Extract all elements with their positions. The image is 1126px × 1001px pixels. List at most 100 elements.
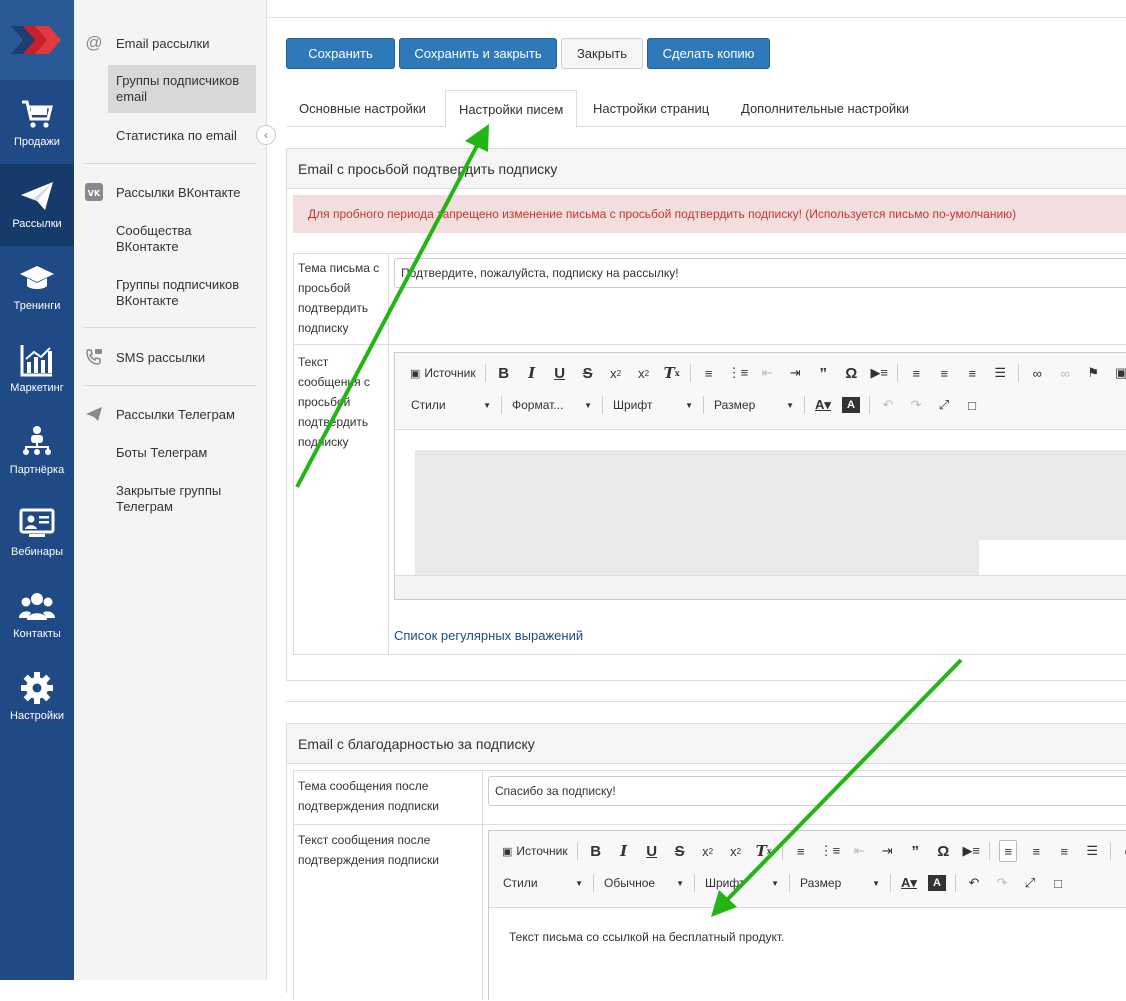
underline-icon[interactable]: U — [551, 362, 569, 384]
styles-dropdown[interactable]: Стили ▼ — [411, 398, 491, 412]
editor-content-area[interactable]: Текст письма со ссылкой на бесплатный пр… — [489, 907, 1126, 1001]
align-right-icon[interactable]: ≡ — [1055, 840, 1073, 862]
size-dropdown[interactable]: Размер ▼ — [800, 876, 880, 890]
logo[interactable] — [0, 0, 74, 80]
numbered-list-icon[interactable]: ≡ — [700, 362, 718, 384]
align-right-icon[interactable]: ≡ — [963, 362, 981, 384]
align-center-icon[interactable]: ≡ — [935, 362, 953, 384]
rail-item-mailings[interactable]: Рассылки — [0, 164, 74, 246]
indent-icon[interactable]: ⇥ — [786, 362, 804, 384]
regex-list-link[interactable]: Список регулярных выражений — [394, 628, 583, 643]
submenu-item-email-groups[interactable]: Группы подписчиков email — [108, 65, 256, 113]
blockquote-icon[interactable]: ” — [814, 362, 832, 384]
save-button[interactable]: Сохранить — [286, 38, 395, 69]
editor-content-area[interactable] — [395, 429, 1126, 576]
copy-button[interactable]: Сделать копию — [647, 38, 770, 69]
maximize-icon[interactable]: ⤢ — [935, 394, 953, 416]
format-dropdown[interactable]: Обычное ▼ — [604, 876, 684, 890]
tab-page-settings[interactable]: Настройки страниц — [580, 90, 722, 127]
size-dropdown[interactable]: Размер ▼ — [714, 398, 794, 412]
align-left-icon[interactable]: ≡ — [907, 362, 925, 384]
special-char-icon[interactable]: Ω — [842, 362, 860, 384]
thanks-body-editor[interactable]: ▣ Источник B I U S x2 x2 Tx ≡ ⋮≡ ⇤ ⇥ ” Ω … — [488, 830, 1126, 1001]
bulleted-list-icon[interactable]: ⋮≡ — [728, 362, 749, 384]
link-icon[interactable]: ∞ — [1120, 840, 1126, 862]
font-dropdown[interactable]: Шрифт ▼ — [613, 398, 693, 412]
bold-icon[interactable]: B — [587, 840, 605, 862]
superscript-icon[interactable]: x2 — [727, 840, 745, 862]
outdent-icon[interactable]: ⇤ — [758, 362, 776, 384]
source-button[interactable]: ▣ Источник — [502, 840, 568, 862]
source-button[interactable]: ▣ Источник — [410, 362, 476, 384]
italic-icon[interactable]: I — [523, 362, 541, 384]
rail-item-contacts[interactable]: Контакты — [0, 574, 74, 656]
text-color-icon[interactable]: A▾ — [814, 394, 832, 416]
redo-icon[interactable]: ↷ — [907, 394, 925, 416]
strikethrough-icon[interactable]: S — [579, 362, 597, 384]
subject-input[interactable]: Спасибо за подписку! — [488, 776, 1126, 806]
editor-body-text: Текст письма со ссылкой на бесплатный пр… — [509, 930, 785, 944]
link-icon[interactable]: ∞ — [1028, 362, 1046, 384]
rail-item-webinars[interactable]: Вебинары — [0, 492, 74, 574]
submenu-sms-head[interactable]: SMS рассылки — [84, 347, 205, 367]
rail-item-sales[interactable]: Продажи — [0, 82, 74, 164]
undo-icon[interactable]: ↶ — [965, 872, 983, 894]
submenu-item-vk-communities[interactable]: Сообщества ВКонтакте — [116, 223, 256, 255]
subscript-icon[interactable]: x2 — [699, 840, 717, 862]
subscript-icon[interactable]: x2 — [607, 362, 625, 384]
tab-additional-settings[interactable]: Дополнительные настройки — [728, 90, 922, 127]
submenu-item-email-stats[interactable]: Статистика по email — [116, 128, 256, 144]
superscript-icon[interactable]: x2 — [635, 362, 653, 384]
clear-format-icon[interactable]: Tx — [663, 362, 681, 384]
bg-color-icon[interactable]: A — [842, 397, 860, 413]
submenu-email-head[interactable]: @ Email рассылки — [84, 33, 209, 53]
preview-icon[interactable]: □ — [1049, 872, 1067, 894]
submenu-vk-head[interactable]: VK Рассылки ВКонтакте — [84, 182, 241, 202]
submenu-telegram-head[interactable]: Рассылки Телеграм — [84, 404, 235, 424]
submenu-item-vk-groups[interactable]: Группы подписчиков ВКонтакте — [116, 277, 256, 309]
align-justify-icon[interactable]: ☰ — [1083, 840, 1101, 862]
undo-icon[interactable]: ↶ — [879, 394, 897, 416]
anchor-flag-icon[interactable]: ⚑ — [1084, 362, 1102, 384]
insert-block-icon[interactable]: ▶≡ — [962, 840, 980, 862]
rail-item-partners[interactable]: Партнёрка — [0, 410, 74, 492]
redo-icon[interactable]: ↷ — [993, 872, 1011, 894]
close-button[interactable]: Закрыть — [561, 38, 643, 69]
save-and-close-button[interactable]: Сохранить и закрыть — [399, 38, 557, 69]
rail-item-marketing[interactable]: Маркетинг — [0, 328, 74, 410]
format-dropdown[interactable]: Формат... ▼ — [512, 398, 592, 412]
tab-main-settings[interactable]: Основные настройки — [286, 90, 439, 127]
unlink-icon[interactable]: ∞ — [1056, 362, 1074, 384]
align-center-icon[interactable]: ≡ — [1027, 840, 1045, 862]
indent-icon[interactable]: ⇥ — [878, 840, 896, 862]
rail-item-settings[interactable]: Настройки — [0, 656, 74, 738]
align-justify-icon[interactable]: ☰ — [991, 362, 1009, 384]
tab-email-settings[interactable]: Настройки писем — [445, 90, 578, 128]
text-color-icon[interactable]: A▾ — [900, 872, 918, 894]
styles-dropdown[interactable]: Стили ▼ — [503, 876, 583, 890]
special-char-icon[interactable]: Ω — [934, 840, 952, 862]
preview-icon[interactable]: □ — [963, 394, 981, 416]
section-submenu: @ Email рассылки Группы подписчиков emai… — [74, 0, 267, 980]
subject-input[interactable]: Подтвердите, пожалуйста, подписку на рас… — [394, 258, 1126, 288]
toolbar-separator — [781, 842, 783, 860]
blockquote-icon[interactable]: ” — [906, 840, 924, 862]
strikethrough-icon[interactable]: S — [671, 840, 689, 862]
submenu-item-tg-bots[interactable]: Боты Телеграм — [116, 445, 256, 461]
numbered-list-icon[interactable]: ≡ — [792, 840, 810, 862]
underline-icon[interactable]: U — [643, 840, 661, 862]
clear-format-icon[interactable]: Tx — [755, 840, 773, 862]
bulleted-list-icon[interactable]: ⋮≡ — [820, 840, 841, 862]
insert-block-icon[interactable]: ▶≡ — [870, 362, 888, 384]
bg-color-icon[interactable]: A — [928, 875, 946, 891]
image-icon[interactable]: ▣ — [1112, 362, 1126, 384]
submenu-item-tg-closed-groups[interactable]: Закрытые группы Телеграм — [116, 483, 256, 515]
confirm-body-editor[interactable]: ▣ Источник B I U S x2 x2 Tx ≡ ⋮≡ ⇤ ⇥ ” Ω … — [394, 352, 1126, 600]
align-left-icon[interactable]: ≡ — [999, 840, 1018, 862]
rail-item-trainings[interactable]: Тренинги — [0, 246, 74, 328]
italic-icon[interactable]: I — [615, 840, 633, 862]
font-dropdown[interactable]: Шрифт ▼ — [705, 876, 779, 890]
bold-icon[interactable]: B — [495, 362, 513, 384]
outdent-icon[interactable]: ⇤ — [850, 840, 868, 862]
maximize-icon[interactable]: ⤢ — [1021, 872, 1039, 894]
